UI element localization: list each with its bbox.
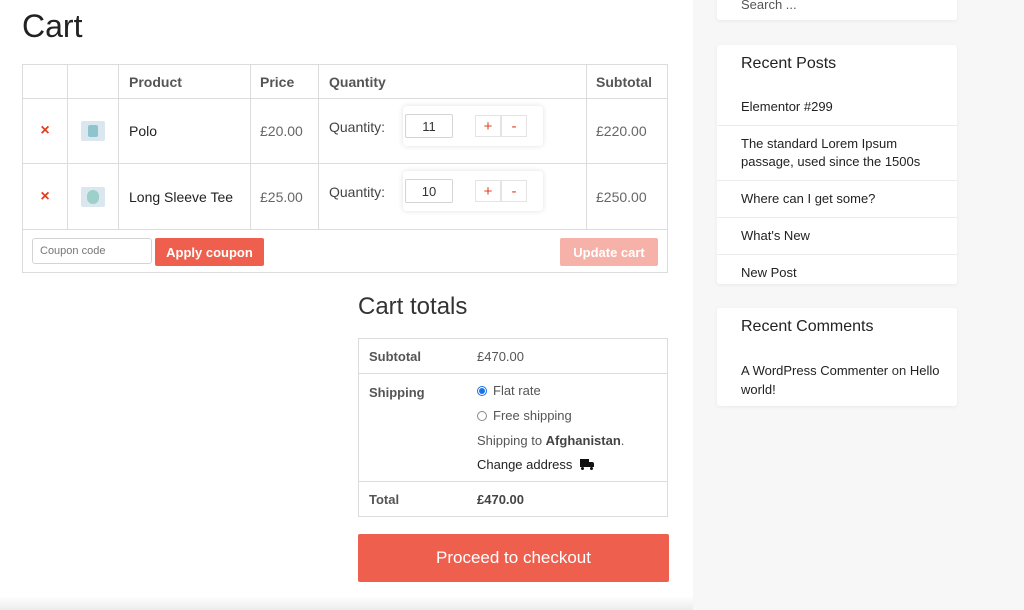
list-item[interactable]: The standard Lorem Ipsum passage, used s… xyxy=(717,126,957,181)
update-cart-button[interactable]: Update cart xyxy=(560,238,658,266)
proceed-to-checkout-button[interactable]: Proceed to checkout xyxy=(358,534,669,582)
product-price: £20.00 xyxy=(260,123,303,139)
shipping-option-label: Flat rate xyxy=(493,383,541,398)
quantity-label: Quantity: xyxy=(329,119,386,135)
table-header: Product Price Quantity Subtotal xyxy=(23,65,667,99)
shipping-option-label: Free shipping xyxy=(493,408,572,423)
subtotal-value: £470.00 xyxy=(477,349,524,364)
header-quantity: Quantity xyxy=(319,65,587,98)
shipping-country: Afghanistan xyxy=(545,433,621,448)
header-price: Price xyxy=(251,65,319,98)
subtotal-label: Subtotal xyxy=(369,349,421,364)
header-subtotal: Subtotal xyxy=(596,73,652,90)
quantity-input[interactable] xyxy=(405,179,453,203)
list-item[interactable]: Elementor #299 xyxy=(717,89,957,126)
page-title: Cart xyxy=(22,8,83,44)
product-price: £25.00 xyxy=(260,188,303,205)
list-item[interactable]: New Post xyxy=(717,255,957,291)
cart-table: Product Price Quantity Subtotal × Polo £… xyxy=(22,64,668,273)
recent-posts-title: Recent Posts xyxy=(741,55,837,72)
table-row: × Long Sleeve Tee £25.00 Quantity: + - £… xyxy=(23,164,667,230)
quantity-plus-button[interactable]: + xyxy=(475,115,501,137)
recent-posts-list: Elementor #299 The standard Lorem Ipsum … xyxy=(717,89,957,291)
recent-comments-widget: Recent Comments A WordPress Commenter on… xyxy=(717,308,957,406)
main-content: Cart Product Price Quantity Subtotal × P… xyxy=(0,0,693,610)
quantity-label: Quantity: xyxy=(329,184,386,200)
search-input[interactable] xyxy=(741,0,941,12)
quantity-stepper: + - xyxy=(403,106,543,146)
radio-selected[interactable] xyxy=(477,385,487,396)
list-item[interactable]: Where can I get some? xyxy=(717,181,957,218)
total-row: Total £470.00 xyxy=(359,482,667,516)
quantity-minus-button[interactable]: - xyxy=(501,180,527,202)
shipping-label: Shipping xyxy=(369,385,425,400)
total-label: Total xyxy=(369,492,400,507)
total-value: £470.00 xyxy=(477,492,524,507)
apply-coupon-button[interactable]: Apply coupon xyxy=(155,238,264,266)
cart-actions: Apply coupon Update cart xyxy=(23,230,667,272)
coupon-code-input[interactable] xyxy=(32,238,152,264)
product-subtotal: £250.00 xyxy=(596,188,647,205)
change-address-link[interactable]: Change address xyxy=(477,457,595,472)
truck-icon xyxy=(580,459,595,470)
comment-item: A WordPress Commenter on Hello world! xyxy=(741,363,940,397)
quantity-stepper: + - xyxy=(403,171,543,211)
product-thumbnail[interactable] xyxy=(81,186,105,207)
shipping-option-flat-rate[interactable]: Flat rate xyxy=(477,383,541,398)
quantity-input[interactable] xyxy=(405,114,453,138)
quantity-plus-button[interactable]: + xyxy=(475,180,501,202)
shipping-row: Shipping Flat rate Free shipping Shippin… xyxy=(359,374,667,482)
product-name[interactable]: Polo xyxy=(129,123,157,139)
table-row: × Polo £20.00 Quantity: + - £220.00 xyxy=(23,99,667,164)
close-icon[interactable]: × xyxy=(40,122,49,140)
search-widget xyxy=(717,0,957,20)
list-item[interactable]: What's New xyxy=(717,218,957,255)
comment-author-link[interactable]: A WordPress Commenter xyxy=(741,363,888,378)
product-name[interactable]: Long Sleeve Tee xyxy=(129,189,233,205)
shipping-destination: Shipping to Afghanistan. xyxy=(477,433,625,448)
close-icon[interactable]: × xyxy=(40,188,49,206)
header-product: Product xyxy=(119,65,251,98)
recent-posts-widget: Recent Posts Elementor #299 The standard… xyxy=(717,45,957,284)
cart-totals-table: Subtotal £470.00 Shipping Flat rate Free… xyxy=(358,338,668,517)
product-subtotal: £220.00 xyxy=(596,123,647,139)
quantity-minus-button[interactable]: - xyxy=(501,115,527,137)
radio-unselected[interactable] xyxy=(477,410,487,421)
cart-totals-title: Cart totals xyxy=(358,293,468,320)
recent-comments-title: Recent Comments xyxy=(741,318,874,335)
subtotal-row: Subtotal £470.00 xyxy=(359,339,667,374)
product-thumbnail[interactable] xyxy=(81,121,105,141)
shipping-option-free-shipping[interactable]: Free shipping xyxy=(477,408,572,423)
